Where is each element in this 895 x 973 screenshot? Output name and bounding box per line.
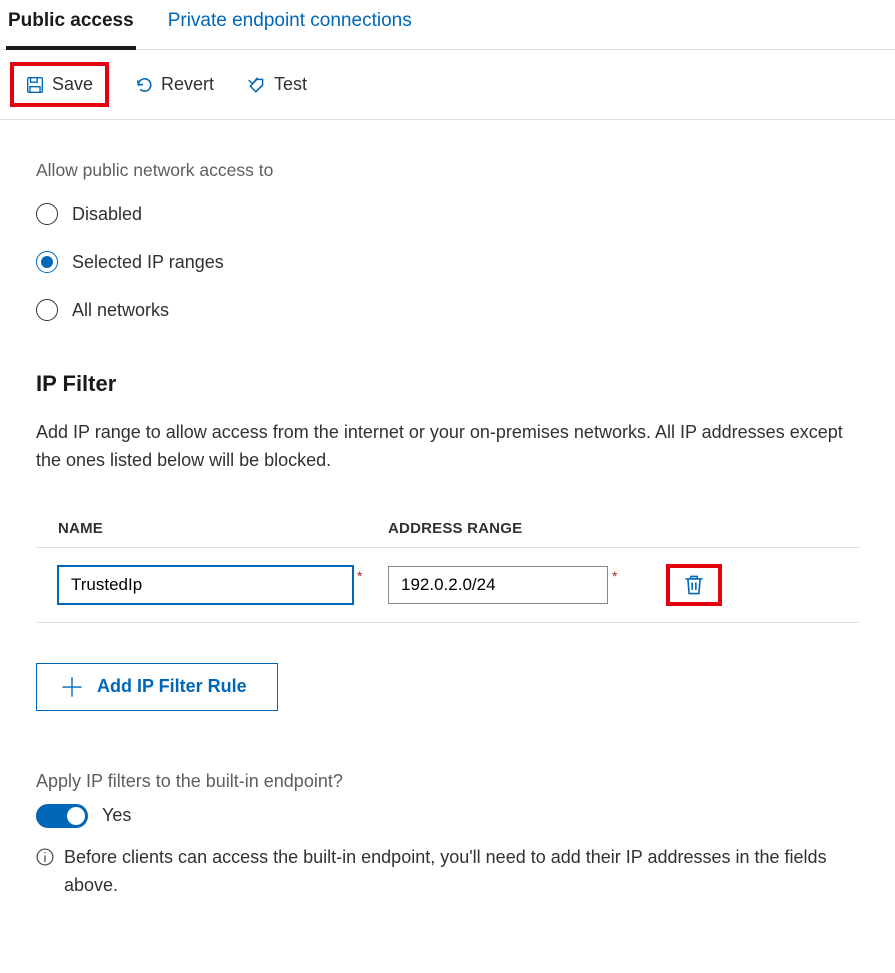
radio-circle-icon [36,299,58,321]
highlight-save: Save [10,62,109,107]
radio-selected-ip[interactable]: Selected IP ranges [36,251,859,273]
cell-range: * [388,566,648,604]
save-label: Save [52,74,93,95]
save-button[interactable]: Save [18,70,101,99]
radio-disabled[interactable]: Disabled [36,203,859,225]
test-label: Test [274,74,307,95]
content-area: Allow public network access to Disabled … [0,120,895,900]
tabs-bar: Public access Private endpoint connectio… [0,0,895,50]
ip-filter-description: Add IP range to allow access from the in… [36,419,859,475]
access-radio-group: Disabled Selected IP ranges All networks [36,203,859,321]
tab-public-access[interactable]: Public access [6,0,136,50]
ip-filter-heading: IP Filter [36,371,859,397]
radio-all-networks-label: All networks [72,300,169,321]
save-icon [26,76,44,94]
radio-disabled-label: Disabled [72,204,142,225]
tab-private-endpoint[interactable]: Private endpoint connections [166,0,414,49]
apply-filters-toggle[interactable] [36,804,88,828]
undo-icon [135,76,153,94]
info-icon [36,848,54,866]
table-header: NAME ADDRESS RANGE [36,510,859,548]
table-row: * * [36,548,859,623]
toggle-knob-icon [67,807,85,825]
access-heading: Allow public network access to [36,160,859,181]
add-ip-filter-label: Add IP Filter Rule [97,676,247,697]
name-input[interactable] [58,566,353,604]
info-text: Before clients can access the built-in e… [64,844,859,900]
toggle-row: Yes [36,804,859,828]
info-row: Before clients can access the built-in e… [36,844,859,900]
range-input[interactable] [388,566,608,604]
radio-circle-icon [36,203,58,225]
add-ip-filter-button[interactable]: Add IP Filter Rule [36,663,278,711]
ip-filter-table: NAME ADDRESS RANGE * * [36,510,859,623]
cell-name: * [58,566,388,604]
toggle-label: Yes [102,805,131,826]
apply-filters-question: Apply IP filters to the built-in endpoin… [36,771,859,792]
revert-label: Revert [161,74,214,95]
radio-all-networks[interactable]: All networks [36,299,859,321]
revert-button[interactable]: Revert [127,70,222,99]
trash-icon[interactable] [684,574,704,596]
radio-dot-icon [41,256,53,268]
plus-icon [61,676,83,698]
radio-selected-ip-label: Selected IP ranges [72,252,224,273]
required-star-icon: * [612,568,617,584]
test-icon [248,76,266,94]
toolbar: Save Revert Test [0,50,895,120]
required-star-icon: * [357,568,362,584]
radio-circle-icon [36,251,58,273]
col-name-header: NAME [58,520,388,537]
col-range-header: ADDRESS RANGE [388,520,648,537]
highlight-delete [666,564,722,606]
test-button[interactable]: Test [240,70,315,99]
